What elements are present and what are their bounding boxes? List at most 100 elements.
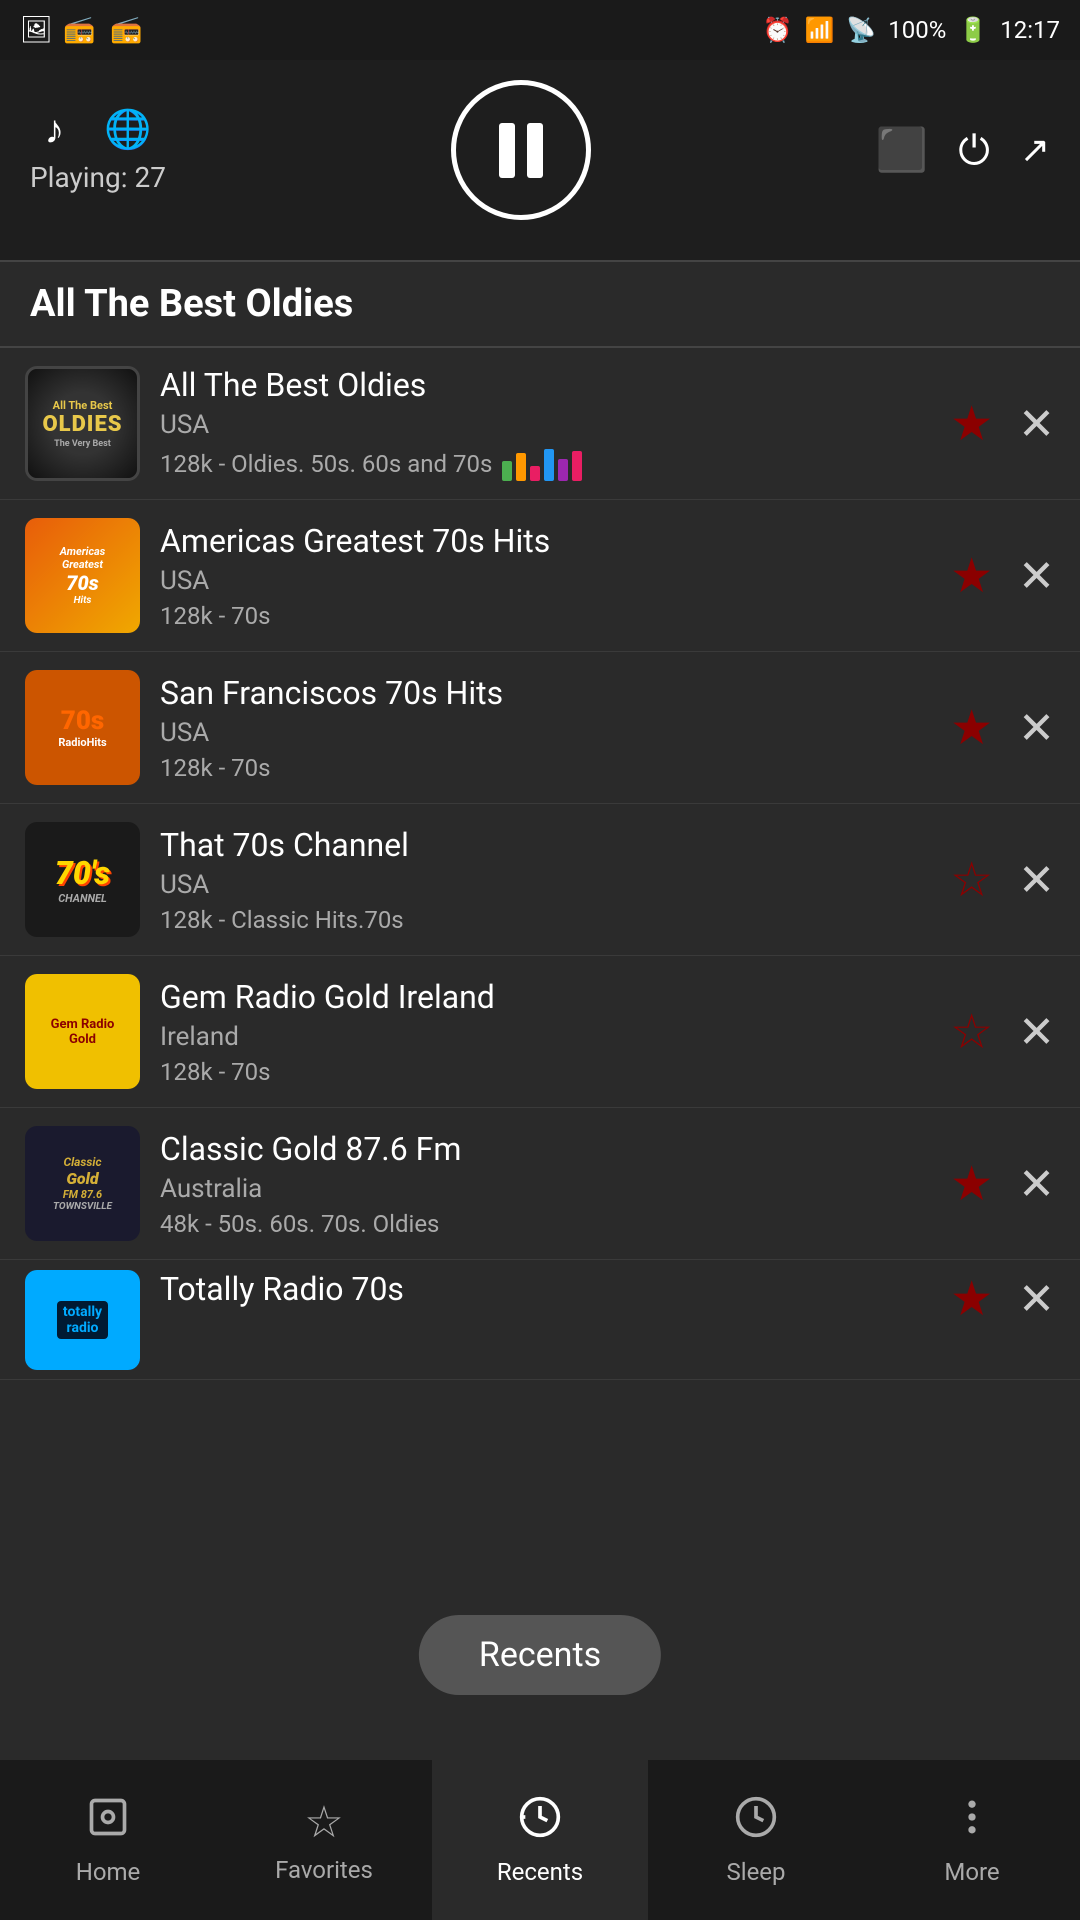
station-info: San Franciscos 70s Hits USA 128k - 70s bbox=[140, 674, 950, 782]
nav-label-recents: Recents bbox=[497, 1858, 583, 1886]
remove-button[interactable]: ✕ bbox=[1018, 398, 1055, 450]
gallery-icon: 🖼 bbox=[20, 15, 53, 45]
remove-button[interactable]: ✕ bbox=[1018, 1006, 1055, 1058]
station-bitrate: 48k - 50s. 60s. 70s. Oldies bbox=[160, 1210, 930, 1238]
nav-label-more: More bbox=[944, 1858, 999, 1886]
music-note-icon[interactable]: ♪ bbox=[44, 106, 64, 153]
station-name: Totally Radio 70s bbox=[160, 1270, 930, 1308]
playing-text: Playing: 27 bbox=[30, 161, 166, 194]
battery-text: 100% bbox=[888, 16, 946, 44]
remove-button[interactable]: ✕ bbox=[1018, 854, 1055, 906]
favorite-button[interactable]: ☆ bbox=[950, 1003, 993, 1060]
remove-button[interactable]: ✕ bbox=[1018, 550, 1055, 602]
station-logo: 70's CHANNEL bbox=[25, 822, 140, 937]
station-list: All The Best OLDIES The Very Best All Th… bbox=[0, 348, 1080, 1380]
station-name: Americas Greatest 70s Hits bbox=[160, 522, 930, 560]
eq-bar bbox=[516, 453, 526, 481]
station-country: USA bbox=[160, 566, 930, 596]
remove-button[interactable]: ✕ bbox=[1018, 702, 1055, 754]
station-info: That 70s Channel USA 128k - Classic Hits… bbox=[140, 826, 950, 934]
station-logo: All The Best OLDIES The Very Best bbox=[25, 366, 140, 481]
station-country: Ireland bbox=[160, 1022, 930, 1052]
station-item[interactable]: 70s RadioHits San Franciscos 70s Hits US… bbox=[0, 652, 1080, 804]
station-logo: 70s RadioHits bbox=[25, 670, 140, 785]
eq-bar bbox=[530, 466, 540, 481]
nav-item-favorites[interactable]: ☆ Favorites bbox=[216, 1760, 432, 1920]
station-name: Classic Gold 87.6 Fm bbox=[160, 1130, 930, 1168]
radio-app-icon: 📻 bbox=[63, 15, 95, 45]
status-bar: 🖼 📻 📻 ⏰ 📶 📡 100% 🔋 12:17 bbox=[0, 0, 1080, 60]
alarm-icon: ⏰ bbox=[763, 16, 793, 44]
station-logo: Americas Greatest 70s Hits bbox=[25, 518, 140, 633]
logo-inner: 70s RadioHits bbox=[25, 670, 140, 785]
station-info: Gem Radio Gold Ireland Ireland 128k - 70… bbox=[140, 978, 950, 1086]
station-name: All The Best Oldies bbox=[160, 366, 930, 404]
favorites-icon: ☆ bbox=[304, 1796, 343, 1848]
pause-bar-left bbox=[499, 123, 515, 178]
favorite-button[interactable]: ★ bbox=[950, 1270, 993, 1327]
favorite-button[interactable]: ★ bbox=[950, 547, 993, 604]
bottom-nav: Home ☆ Favorites Recents Sleep bbox=[0, 1760, 1080, 1920]
eq-bar bbox=[572, 451, 582, 481]
station-bitrate: 128k - Oldies. 50s. 60s and 70s bbox=[160, 446, 930, 481]
nav-label-home: Home bbox=[76, 1858, 141, 1886]
station-logo: Classic Gold FM 87.6 TOWNSVILLE bbox=[25, 1126, 140, 1241]
station-item[interactable]: Gem Radio Gold Gem Radio Gold Ireland Ir… bbox=[0, 956, 1080, 1108]
station-item[interactable]: Classic Gold FM 87.6 TOWNSVILLE Classic … bbox=[0, 1108, 1080, 1260]
favorite-button[interactable]: ★ bbox=[950, 699, 993, 756]
station-bitrate: 128k - 70s bbox=[160, 1058, 930, 1086]
logo-inner: totallyradio bbox=[25, 1270, 140, 1370]
pause-button[interactable] bbox=[451, 80, 591, 220]
station-bitrate: 128k - 70s bbox=[160, 602, 930, 630]
station-name: San Franciscos 70s Hits bbox=[160, 674, 930, 712]
station-item[interactable]: All The Best OLDIES The Very Best All Th… bbox=[0, 348, 1080, 500]
notification-count: 📻 bbox=[110, 15, 142, 45]
station-name: That 70s Channel bbox=[160, 826, 930, 864]
wifi-icon: 📶 bbox=[805, 16, 835, 44]
stop-icon[interactable]: ⬛ bbox=[876, 126, 928, 175]
nav-label-sleep: Sleep bbox=[726, 1858, 785, 1886]
station-name: Gem Radio Gold Ireland bbox=[160, 978, 930, 1016]
player-right-controls: ⬛ ⏻ ↗ bbox=[876, 126, 1050, 175]
player-header: ♪ 🌐 Playing: 27 ⬛ ⏻ ↗ bbox=[0, 60, 1080, 260]
station-info: Totally Radio 70s bbox=[140, 1270, 950, 1314]
station-country: USA bbox=[160, 870, 930, 900]
sleep-icon bbox=[734, 1795, 778, 1850]
share-icon[interactable]: ↗ bbox=[1020, 129, 1050, 171]
station-info: All The Best Oldies USA 128k - Oldies. 5… bbox=[140, 366, 950, 481]
station-bitrate: 128k - Classic Hits.70s bbox=[160, 906, 930, 934]
station-item[interactable]: 70's CHANNEL That 70s Channel USA 128k -… bbox=[0, 804, 1080, 956]
nav-item-sleep[interactable]: Sleep bbox=[648, 1760, 864, 1920]
station-item[interactable]: totallyradio Totally Radio 70s ★ ✕ bbox=[0, 1260, 1080, 1380]
favorite-button[interactable]: ★ bbox=[950, 1155, 993, 1212]
nav-item-recents[interactable]: Recents bbox=[432, 1760, 648, 1920]
clock: 12:17 bbox=[1000, 16, 1060, 44]
pause-icon bbox=[499, 123, 543, 178]
favorite-button[interactable]: ☆ bbox=[950, 851, 993, 908]
status-right: ⏰ 📶 📡 100% 🔋 12:17 bbox=[763, 16, 1060, 44]
player-controls-row: ♪ 🌐 Playing: 27 ⬛ ⏻ ↗ bbox=[30, 80, 1050, 220]
logo-inner: Americas Greatest 70s Hits bbox=[25, 518, 140, 633]
station-item[interactable]: Americas Greatest 70s Hits Americas Grea… bbox=[0, 500, 1080, 652]
logo-inner: 70's CHANNEL bbox=[25, 822, 140, 937]
station-bitrate: 128k - 70s bbox=[160, 754, 930, 782]
station-country: USA bbox=[160, 410, 930, 440]
status-left: 🖼 📻 📻 bbox=[20, 15, 143, 45]
station-actions: ★ ✕ bbox=[950, 547, 1055, 604]
station-logo: Gem Radio Gold bbox=[25, 974, 140, 1089]
globe-icon[interactable]: 🌐 bbox=[104, 108, 151, 152]
remove-button[interactable]: ✕ bbox=[1018, 1273, 1055, 1325]
power-icon[interactable]: ⏻ bbox=[958, 127, 990, 174]
logo-inner: Classic Gold FM 87.6 TOWNSVILLE bbox=[25, 1126, 140, 1241]
nav-item-more[interactable]: More bbox=[864, 1760, 1080, 1920]
recents-icon bbox=[518, 1795, 562, 1850]
nav-item-home[interactable]: Home bbox=[0, 1760, 216, 1920]
battery-icon: 🔋 bbox=[958, 16, 988, 44]
remove-button[interactable]: ✕ bbox=[1018, 1158, 1055, 1210]
eq-bar bbox=[544, 449, 554, 481]
home-icon bbox=[86, 1795, 130, 1850]
station-info: Americas Greatest 70s Hits USA 128k - 70… bbox=[140, 522, 950, 630]
favorite-button[interactable]: ★ bbox=[950, 395, 993, 452]
station-actions: ☆ ✕ bbox=[950, 851, 1055, 908]
eq-bar bbox=[502, 461, 512, 481]
